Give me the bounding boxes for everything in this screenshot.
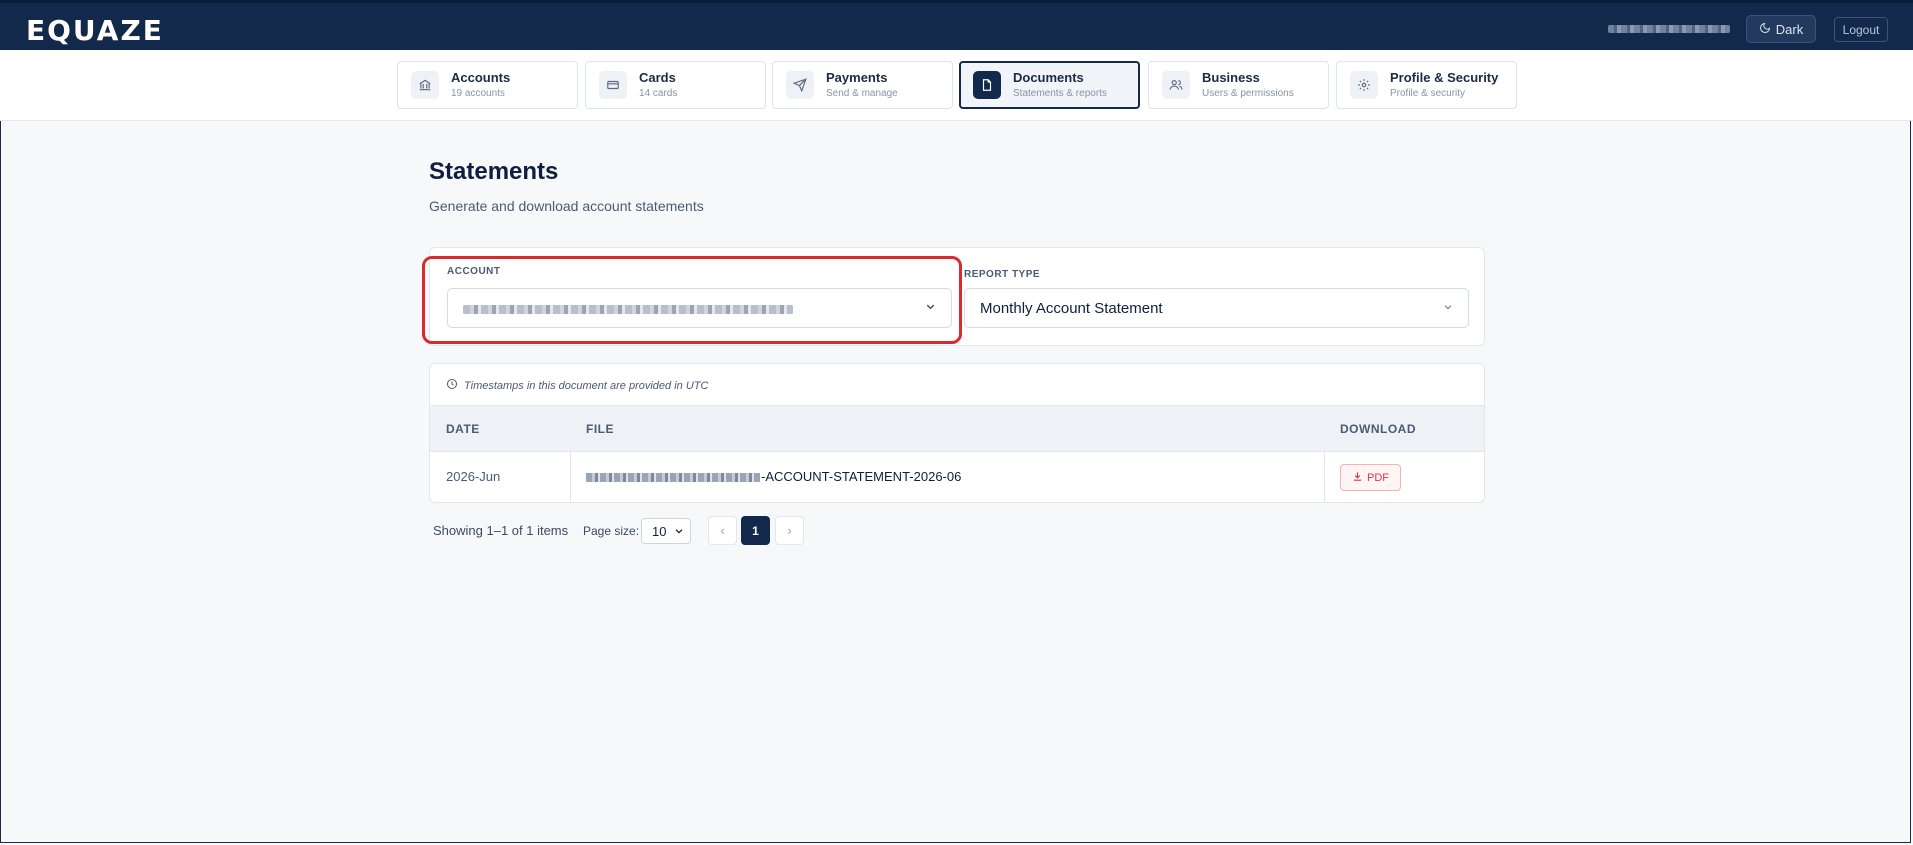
pagination-info: Showing 1–1 of 1 items xyxy=(433,523,569,538)
bank-icon xyxy=(411,71,439,99)
table-header: DATE FILE DOWNLOAD xyxy=(430,405,1484,452)
page-title: Statements xyxy=(429,158,559,185)
column-divider xyxy=(1324,450,1325,502)
top-bar: EQUAZE Dark Logout xyxy=(0,0,1913,50)
tab-cards-sub: 14 cards xyxy=(639,88,678,99)
report-type-select[interactable]: Monthly Account Statement xyxy=(964,288,1469,328)
moon-icon xyxy=(1759,22,1771,37)
column-header-file: FILE xyxy=(586,422,614,436)
timezone-note: Timestamps in this document are provided… xyxy=(446,378,708,393)
users-icon xyxy=(1162,71,1190,99)
column-header-date: DATE xyxy=(446,422,480,436)
clock-icon xyxy=(446,378,458,393)
tab-profile-security-sub: Profile & security xyxy=(1390,88,1466,99)
column-header-download: DOWNLOAD xyxy=(1340,422,1416,436)
file-name-redacted xyxy=(586,473,760,483)
page-1-button[interactable]: 1 xyxy=(741,516,770,545)
page-size-label: Page size: xyxy=(583,524,640,538)
send-icon xyxy=(786,71,814,99)
dark-mode-label: Dark xyxy=(1775,21,1804,37)
card-icon xyxy=(599,71,627,99)
tab-documents-label: Documents xyxy=(1013,70,1084,85)
pdf-download-button[interactable]: PDF xyxy=(1340,464,1401,491)
dark-mode-button[interactable]: Dark xyxy=(1746,15,1816,43)
column-divider xyxy=(570,450,571,502)
tab-payments-label: Payments xyxy=(826,70,888,85)
page-size-value: 10 xyxy=(652,523,667,539)
tab-cards[interactable]: Cards 14 cards xyxy=(585,61,766,109)
report-type-label: REPORT TYPE xyxy=(964,269,1041,280)
chevron-down-icon xyxy=(674,524,684,539)
timezone-note-text: Timestamps in this document are provided… xyxy=(464,379,709,392)
pdf-download-label: PDF xyxy=(1367,471,1389,484)
tab-accounts-sub: 19 accounts xyxy=(451,88,505,99)
tab-cards-label: Cards xyxy=(639,70,676,85)
page-size-select[interactable]: 10 xyxy=(641,518,691,544)
statements-table: Timestamps in this document are provided… xyxy=(429,363,1485,503)
tab-business[interactable]: Business Users & permissions xyxy=(1148,61,1329,109)
tab-documents[interactable]: Documents Statements & reports xyxy=(959,61,1140,109)
row-date: 2026-Jun xyxy=(446,469,501,484)
app-logo[interactable]: EQUAZE xyxy=(26,14,164,47)
report-type-value: Monthly Account Statement xyxy=(980,300,1163,317)
tab-payments[interactable]: Payments Send & manage xyxy=(772,61,953,109)
logout-button[interactable]: Logout xyxy=(1834,17,1888,42)
account-select[interactable] xyxy=(447,288,952,328)
main-nav: Accounts 19 accounts Cards 14 cards Paym… xyxy=(0,50,1913,121)
page-subtitle: Generate and download account statements xyxy=(429,198,704,214)
user-email-redacted xyxy=(1608,25,1730,33)
account-value-redacted xyxy=(463,305,793,314)
tab-business-label: Business xyxy=(1202,70,1260,85)
account-label: ACCOUNT xyxy=(447,266,501,277)
next-page-button[interactable]: › xyxy=(775,516,804,545)
tab-accounts[interactable]: Accounts 19 accounts xyxy=(397,61,578,109)
tab-profile-security[interactable]: Profile & Security Profile & security xyxy=(1336,61,1517,109)
tab-payments-sub: Send & manage xyxy=(826,88,898,99)
tab-business-sub: Users & permissions xyxy=(1202,88,1294,99)
gear-icon xyxy=(1350,71,1378,99)
download-icon xyxy=(1352,471,1363,485)
tab-documents-sub: Statements & reports xyxy=(1013,88,1107,99)
tab-profile-security-label: Profile & Security xyxy=(1390,70,1499,85)
row-file: -ACCOUNT-STATEMENT-2026-06 xyxy=(586,469,961,484)
row-file-suffix: -ACCOUNT-STATEMENT-2026-06 xyxy=(761,469,962,484)
chevron-down-icon xyxy=(925,301,936,315)
statement-filters: ACCOUNT REPORT TYPE Monthly Account Stat… xyxy=(429,247,1485,346)
previous-page-button[interactable]: ‹ xyxy=(708,516,737,545)
chevron-down-icon xyxy=(1443,301,1453,315)
document-icon xyxy=(973,71,1001,99)
tab-accounts-label: Accounts xyxy=(451,70,511,85)
